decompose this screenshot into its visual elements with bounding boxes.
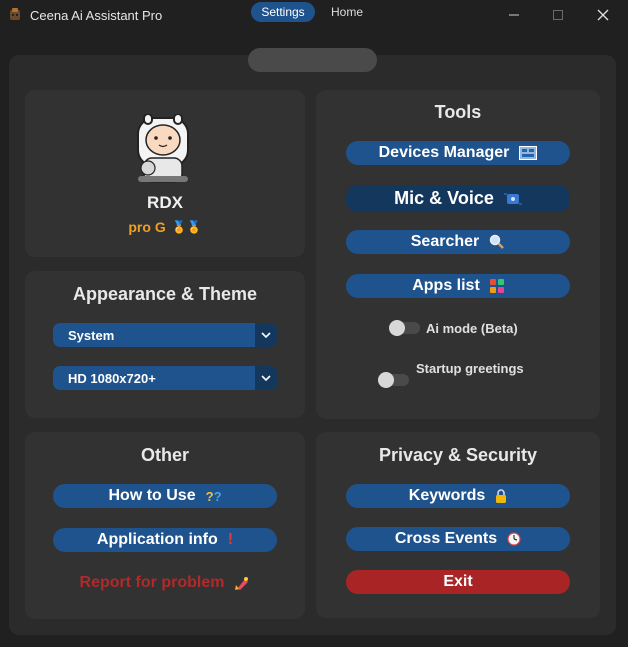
privacy-heading: Privacy & Security (378, 445, 538, 465)
ai-mode-switch[interactable] (389, 320, 420, 336)
searcher-button[interactable]: Searcher (346, 230, 570, 254)
maximize-button[interactable] (535, 0, 581, 30)
devices-manager-button[interactable]: Devices Manager (346, 141, 570, 165)
apps-list-label: Apps list (412, 277, 480, 294)
profile-name: RDX (147, 193, 183, 212)
maximize-icon (553, 10, 563, 20)
window-title: Ceena Ai Assistant Pro (30, 8, 163, 23)
profile-subtitle: pro G (128, 219, 166, 235)
mic-voice-icon (503, 193, 522, 204)
devices-manager-label: Devices Manager (378, 144, 510, 161)
report-problem-label: Report for problem (79, 574, 225, 591)
lock-icon (496, 489, 507, 503)
chevron-down-icon (255, 366, 277, 390)
mic-voice-label: Mic & Voice (394, 188, 494, 208)
searcher-label: Searcher (410, 233, 480, 250)
startup-greetings-switch[interactable] (378, 372, 409, 388)
report-problem-link[interactable]: Report for problem (53, 574, 277, 592)
resolution-select[interactable]: HD 1080x720+ (53, 366, 277, 390)
question-icon: ?? (205, 488, 222, 504)
clock-icon (507, 532, 521, 546)
application-info-button[interactable]: Application info ! (53, 528, 277, 552)
avatar (137, 114, 189, 183)
exit-button[interactable]: Exit (346, 570, 570, 594)
close-button[interactable] (580, 0, 626, 30)
minimize-icon (509, 14, 519, 16)
app-icon (10, 8, 20, 20)
profile-subtitle-row: pro G 🏅🏅 (25, 219, 305, 235)
keywords-label: Keywords (408, 487, 486, 504)
other-heading: Other (140, 445, 189, 465)
tab-settings[interactable]: Settings (251, 2, 315, 22)
tab-switcher (248, 48, 377, 72)
appearance-heading: Appearance & Theme (72, 284, 258, 304)
theme-select[interactable]: System (53, 323, 277, 347)
search-icon (490, 234, 505, 249)
tab-home[interactable]: Home (318, 2, 376, 22)
how-to-use-label: How to Use (108, 487, 196, 504)
apps-list-button[interactable]: Apps list (346, 274, 570, 298)
ai-mode-label: Ai mode (Beta) (426, 321, 518, 336)
resolution-select-value: HD 1080x720+ (68, 370, 156, 386)
mic-voice-button[interactable]: Mic & Voice (346, 185, 570, 212)
devices-manager-icon (519, 146, 538, 160)
tools-heading: Tools (434, 102, 482, 122)
how-to-use-button[interactable]: How to Use ?? (53, 484, 277, 508)
application-info-label: Application info (96, 531, 218, 548)
startup-greetings-label: Startup greetings (416, 361, 524, 376)
minimize-button[interactable] (491, 0, 537, 30)
exit-label: Exit (443, 573, 473, 590)
medal-icon: 🏅🏅 (171, 220, 202, 234)
cross-events-label: Cross Events (394, 530, 498, 547)
exclamation-icon: ! (227, 531, 234, 548)
close-icon (597, 9, 609, 21)
apps-grid-icon (489, 279, 504, 293)
fire-extinguisher-icon (235, 577, 249, 590)
keywords-button[interactable]: Keywords (346, 484, 570, 508)
cross-events-button[interactable]: Cross Events (346, 527, 570, 551)
chevron-down-icon (255, 323, 277, 347)
theme-select-value: System (68, 327, 115, 343)
